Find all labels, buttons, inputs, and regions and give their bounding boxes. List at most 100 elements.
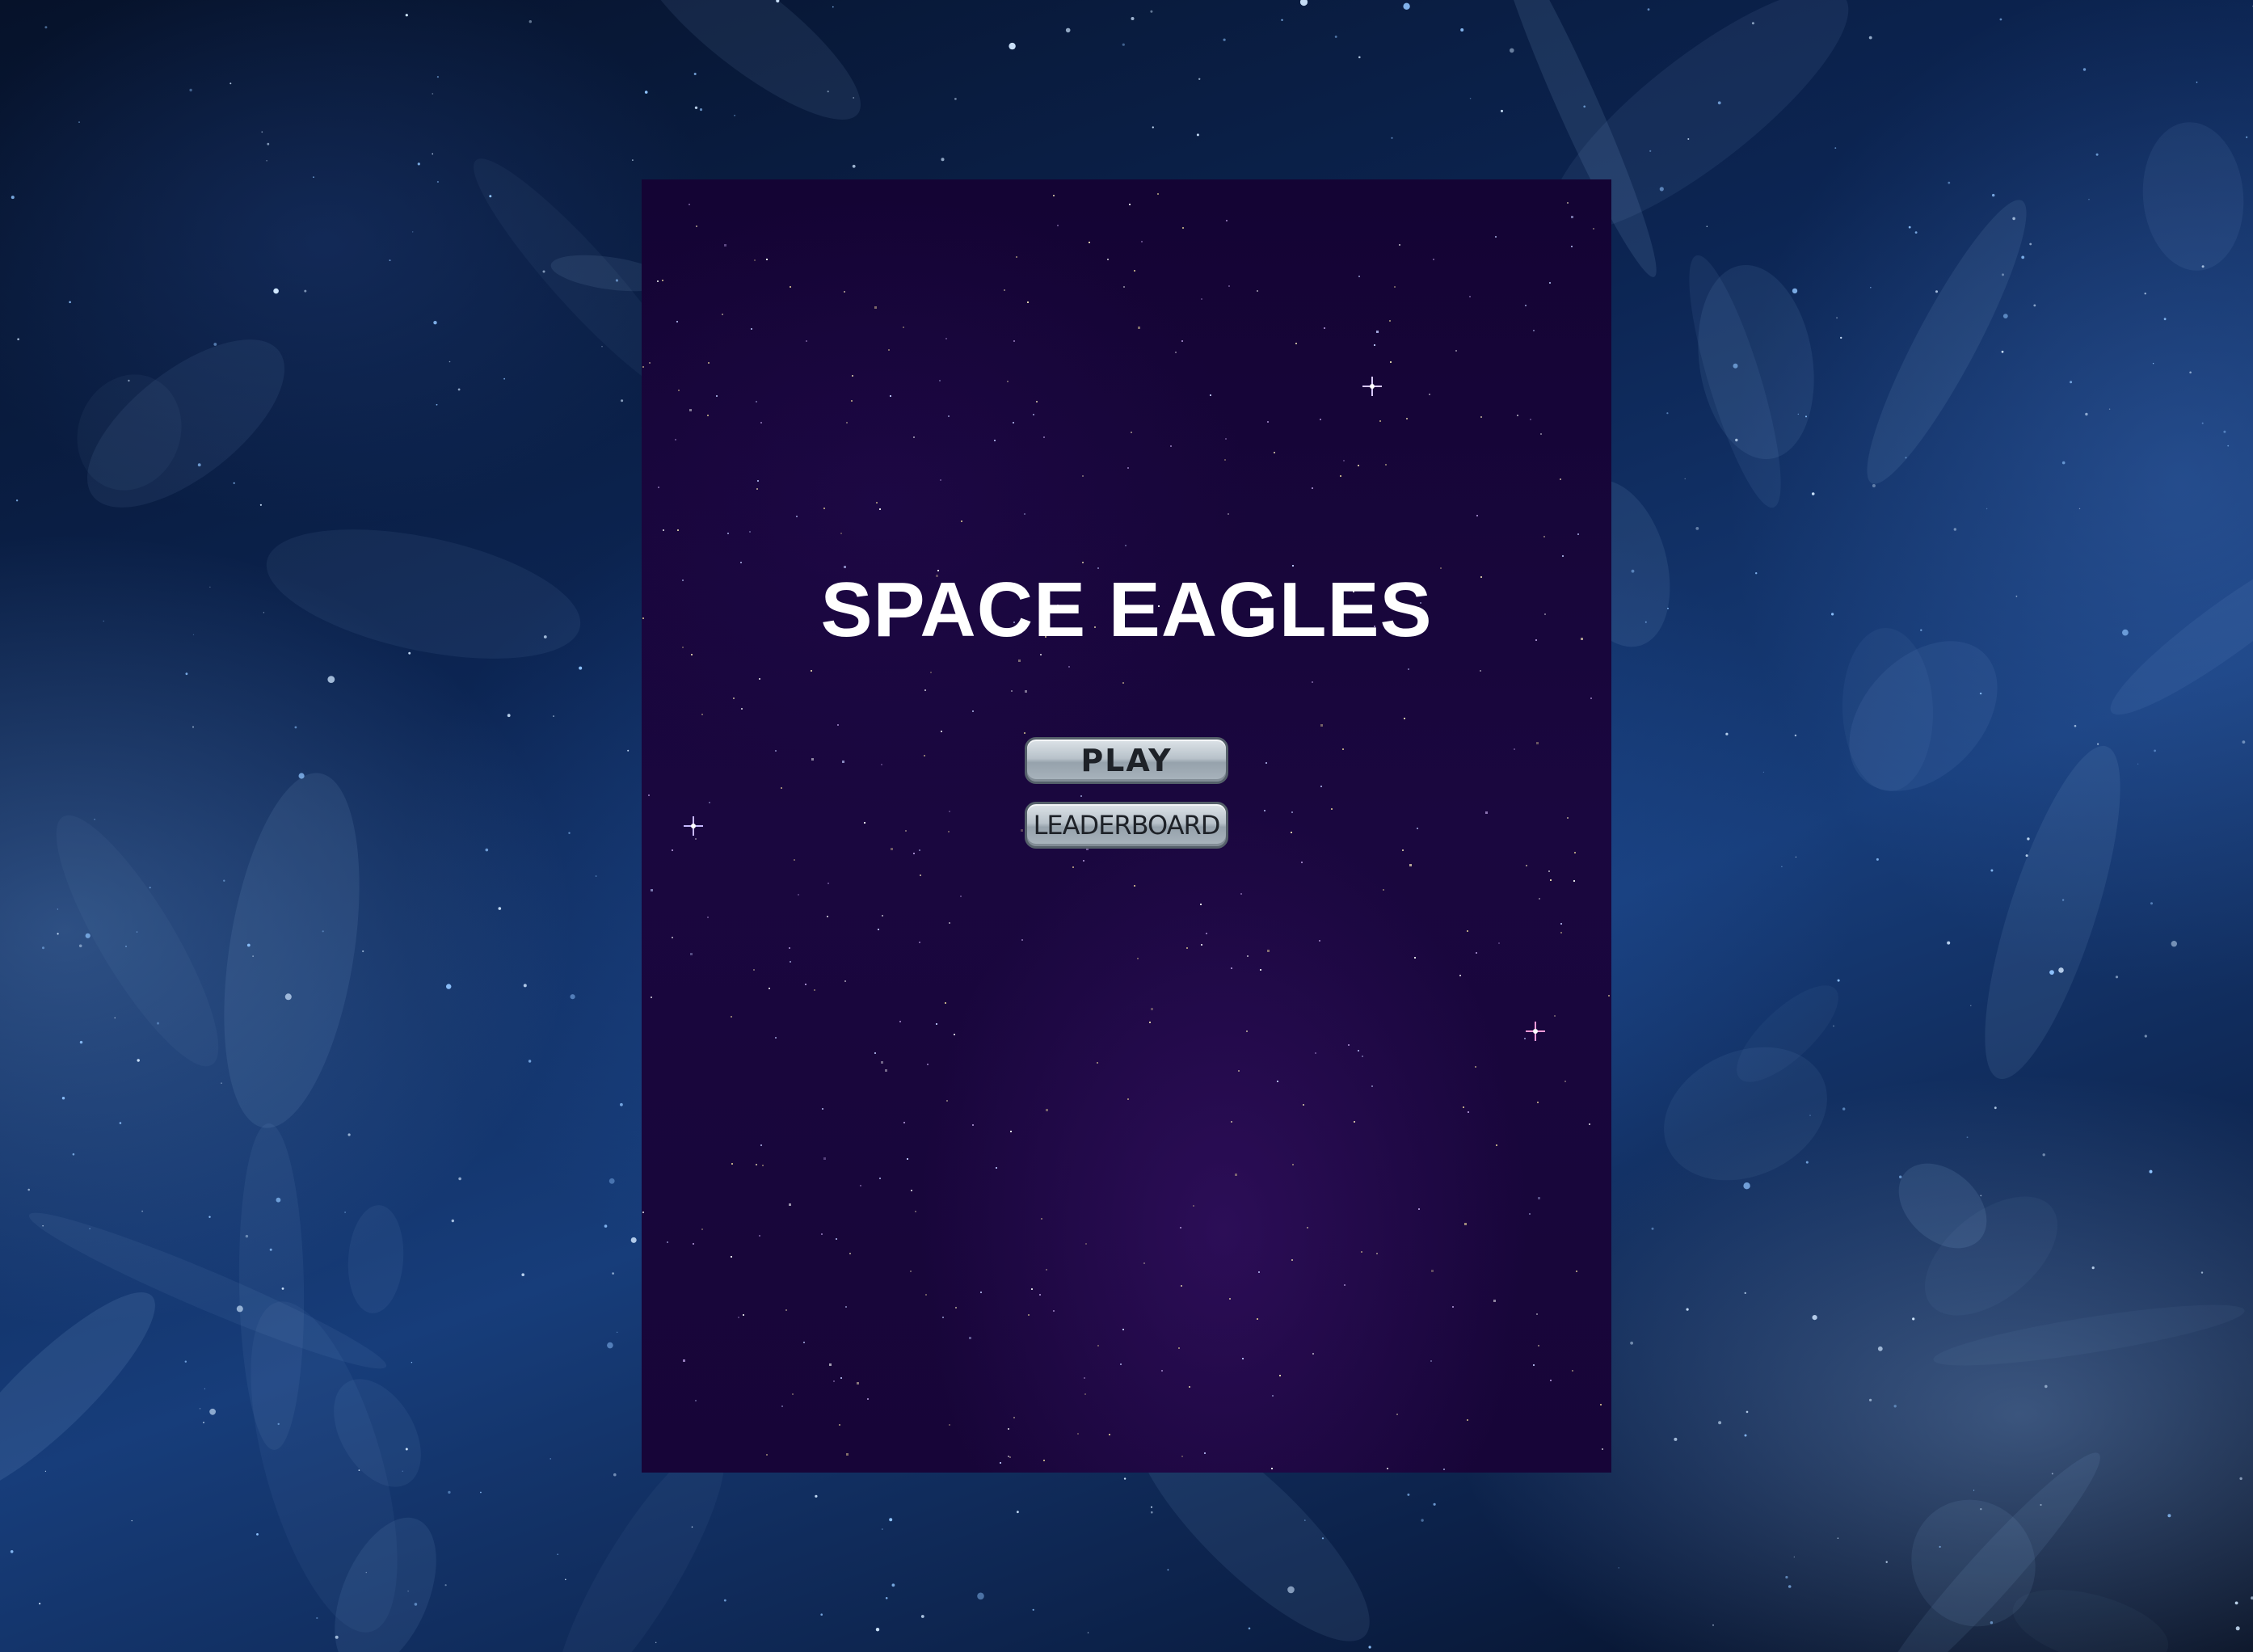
background-star: [644, 91, 648, 94]
background-star: [2088, 199, 2090, 200]
background-star: [446, 984, 452, 989]
canvas-star: [759, 678, 760, 680]
canvas-star: [733, 697, 735, 699]
background-star: [2070, 381, 2073, 384]
background-star: [2001, 350, 2004, 353]
background-star: [42, 1225, 44, 1227]
canvas-star: [1463, 1106, 1464, 1108]
canvas-star: [1004, 289, 1005, 291]
nebula-wisp: [2110, 541, 2253, 715]
canvas-star: [1385, 464, 1387, 466]
background-star: [313, 176, 314, 179]
canvas-star: [1033, 414, 1034, 415]
canvas-star: [881, 764, 882, 765]
sparkle-star: [684, 816, 703, 836]
canvas-star: [1225, 438, 1227, 440]
canvas-star: [1324, 327, 1325, 329]
canvas-star: [1536, 1313, 1538, 1315]
play-button[interactable]: PLAY: [1025, 737, 1228, 784]
canvas-star: [876, 502, 878, 504]
background-star: [436, 403, 438, 406]
background-star: [1152, 126, 1154, 129]
canvas-star: [727, 533, 729, 534]
background-star: [209, 586, 211, 588]
canvas-star: [642, 1212, 644, 1213]
background-star: [2108, 408, 2111, 410]
background-star: [17, 338, 19, 341]
canvas-star: [1468, 1111, 1469, 1113]
canvas-star: [1315, 1052, 1316, 1054]
canvas-star: [1084, 1393, 1086, 1395]
canvas-star: [754, 259, 756, 261]
canvas-star: [1524, 1038, 1526, 1039]
canvas-star: [1414, 957, 1416, 959]
canvas-star: [794, 859, 795, 861]
canvas-star: [1343, 460, 1345, 461]
background-star: [1032, 1608, 1034, 1611]
canvas-star: [792, 1393, 794, 1395]
background-star: [1869, 1398, 1872, 1401]
canvas-star: [1031, 1288, 1033, 1290]
background-star: [827, 91, 829, 93]
canvas-star: [1129, 204, 1131, 205]
canvas-star: [1226, 220, 1228, 221]
background-star: [1935, 290, 1938, 293]
canvas-star: [1200, 904, 1202, 905]
canvas-star: [1260, 969, 1261, 971]
background-star: [1785, 1575, 1788, 1579]
canvas-star: [1418, 1208, 1420, 1210]
canvas-star: [1231, 1121, 1232, 1123]
canvas-star: [1134, 270, 1135, 272]
background-star: [457, 388, 461, 391]
nebula-wisp: [1867, 200, 2027, 484]
canvas-star: [919, 942, 920, 943]
background-star: [550, 1458, 551, 1460]
canvas-star: [781, 1405, 783, 1407]
canvas-star: [1312, 681, 1313, 683]
canvas-star: [1089, 242, 1090, 243]
game-canvas[interactable]: SPACE EAGLES PLAY LEADERBOARD: [642, 179, 1611, 1473]
background-star: [1659, 187, 1664, 192]
canvas-star: [756, 1164, 757, 1165]
canvas-star: [675, 439, 676, 440]
canvas-star: [1600, 1404, 1602, 1405]
canvas-star: [1131, 432, 1132, 433]
canvas-star: [689, 409, 692, 411]
canvas-star: [1053, 1310, 1055, 1312]
leaderboard-button[interactable]: LEADERBOARD: [1025, 802, 1228, 849]
canvas-star: [1467, 930, 1468, 932]
canvas-star: [1389, 320, 1391, 322]
canvas-star: [1247, 955, 1249, 957]
sparkle-star: [1362, 377, 1382, 396]
background-star: [125, 946, 127, 947]
canvas-star: [1271, 1468, 1273, 1469]
canvas-star: [1279, 1375, 1281, 1376]
background-star: [1805, 1161, 1809, 1164]
canvas-star: [891, 848, 893, 850]
canvas-star: [1358, 1050, 1359, 1051]
canvas-star: [1525, 305, 1527, 306]
canvas-star: [1342, 748, 1344, 750]
background-star: [2149, 1169, 2153, 1174]
background-star: [1583, 105, 1586, 108]
background-star: [1840, 336, 1842, 339]
canvas-star: [683, 1359, 685, 1362]
background-star: [78, 121, 80, 123]
canvas-star: [840, 533, 842, 534]
nebula-wisp: [2142, 122, 2244, 271]
canvas-star: [996, 1167, 997, 1169]
background-star: [1979, 692, 1982, 695]
background-star: [1836, 317, 1838, 319]
canvas-star: [874, 1052, 876, 1054]
canvas-star: [1554, 1015, 1556, 1017]
canvas-star: [709, 802, 710, 803]
canvas-star: [691, 654, 693, 655]
canvas-star: [949, 811, 950, 812]
background-star: [192, 634, 195, 635]
canvas-star: [1013, 340, 1015, 342]
background-star: [72, 1153, 75, 1156]
background-star: [1287, 1586, 1295, 1594]
canvas-star: [649, 362, 651, 364]
background-star: [2002, 273, 2004, 276]
canvas-star: [657, 280, 659, 282]
